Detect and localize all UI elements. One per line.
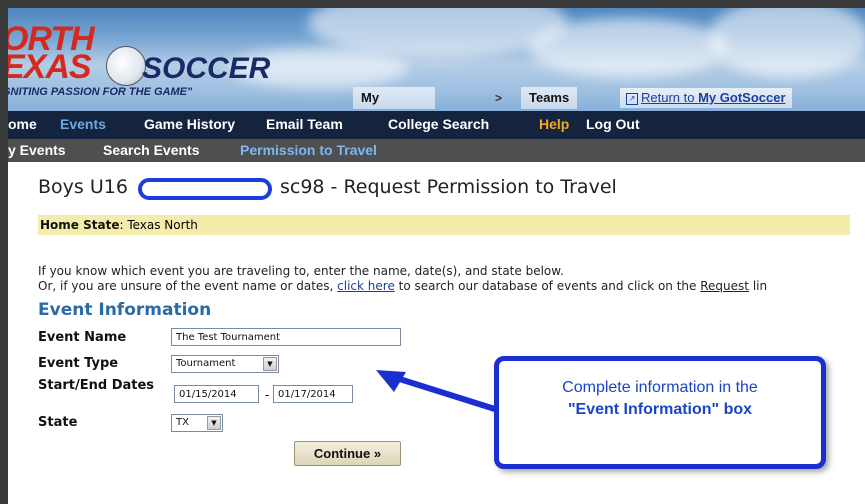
- continue-button[interactable]: Continue »: [294, 441, 401, 466]
- main-nav: ome Events Game History Email Team Colle…: [8, 111, 865, 139]
- nav-help[interactable]: Help: [539, 116, 569, 132]
- page-title: Boys U16: [38, 176, 128, 198]
- intro-text-line2: Or, if you are unsure of the event name …: [38, 279, 767, 293]
- end-date-input[interactable]: 01/17/2014: [273, 385, 353, 403]
- site-banner: ORTH EXAS SOCCER GNITING PASSION FOR THE…: [8, 8, 865, 111]
- subnav-permission-to-travel[interactable]: Permission to Travel: [240, 142, 377, 158]
- callout-line1: Complete information in the: [562, 379, 758, 396]
- state-label: State: [38, 415, 78, 430]
- event-name-label: Event Name: [38, 330, 127, 345]
- state-value: TX: [176, 417, 189, 428]
- date-range-dash: -: [265, 388, 270, 402]
- callout-arrow-icon: [376, 370, 501, 413]
- event-type-label: Event Type: [38, 356, 119, 371]
- annotation-callout: Complete information in the "Event Infor…: [494, 356, 826, 469]
- home-state-value: : Texas North: [119, 218, 198, 232]
- logo-tagline: GNITING PASSION FOR THE GAME": [8, 86, 193, 98]
- nav-college-search[interactable]: College Search: [388, 116, 489, 132]
- nav-game-history[interactable]: Game History: [144, 116, 235, 132]
- logo-soccer-text: SOCCER: [142, 52, 271, 85]
- cloud-decoration: [528, 18, 728, 78]
- intro-text-part: to search our database of events and cli…: [394, 279, 701, 293]
- subnav-my-events[interactable]: y Events: [8, 142, 66, 158]
- page-title-suffix: sc98 - Request Permission to Travel: [280, 176, 617, 198]
- nav-email-team[interactable]: Email Team: [266, 116, 343, 132]
- home-state-label: Home State: [40, 218, 120, 232]
- callout-line2: "Event Information" box: [567, 401, 753, 418]
- redaction-mark: [138, 178, 272, 200]
- intro-text-line1: If you know which event you are travelin…: [38, 264, 564, 278]
- return-to-gotsoccer-link[interactable]: ↗ Return to My GotSoccer: [620, 88, 792, 108]
- state-select[interactable]: TX ▼: [171, 414, 223, 432]
- intro-text-part: Or, if you are unsure of the event name …: [38, 279, 338, 293]
- breadcrumb-separator: >: [495, 91, 503, 105]
- request-link[interactable]: Request: [700, 279, 749, 293]
- return-target: My GotSoccer: [698, 90, 786, 105]
- breadcrumb-teams[interactable]: Teams: [521, 87, 578, 109]
- chevron-down-icon: ▼: [207, 416, 221, 430]
- sub-nav: y Events Search Events Permission to Tra…: [8, 139, 865, 162]
- return-prefix: Return to: [641, 90, 699, 105]
- nav-home[interactable]: ome: [8, 116, 37, 132]
- nav-events[interactable]: Events: [60, 116, 106, 132]
- event-type-select[interactable]: Tournament ▼: [171, 355, 279, 373]
- event-type-value: Tournament: [176, 358, 236, 369]
- click-here-link[interactable]: click here: [337, 279, 395, 293]
- nav-log-out[interactable]: Log Out: [586, 116, 640, 132]
- chevron-down-icon: ▼: [263, 357, 277, 371]
- browser-viewport: ORTH EXAS SOCCER GNITING PASSION FOR THE…: [8, 8, 865, 504]
- soccer-ball-icon: [106, 46, 146, 86]
- home-state-bar: Home State: Texas North: [38, 215, 850, 235]
- cloud-decoration: [708, 8, 865, 78]
- start-date-input[interactable]: 01/15/2014: [174, 385, 259, 403]
- intro-text-part: lin: [749, 279, 768, 293]
- start-end-dates-label: Start/End Dates: [38, 378, 155, 393]
- external-link-icon: ↗: [626, 92, 638, 105]
- breadcrumb-my-gotsoccer[interactable]: My GotSoccer: [353, 87, 435, 109]
- subnav-search-events[interactable]: Search Events: [103, 142, 200, 158]
- event-name-input[interactable]: The Test Tournament: [171, 328, 401, 346]
- event-information-heading: Event Information: [38, 300, 212, 320]
- logo-texas-text: EXAS: [8, 48, 92, 86]
